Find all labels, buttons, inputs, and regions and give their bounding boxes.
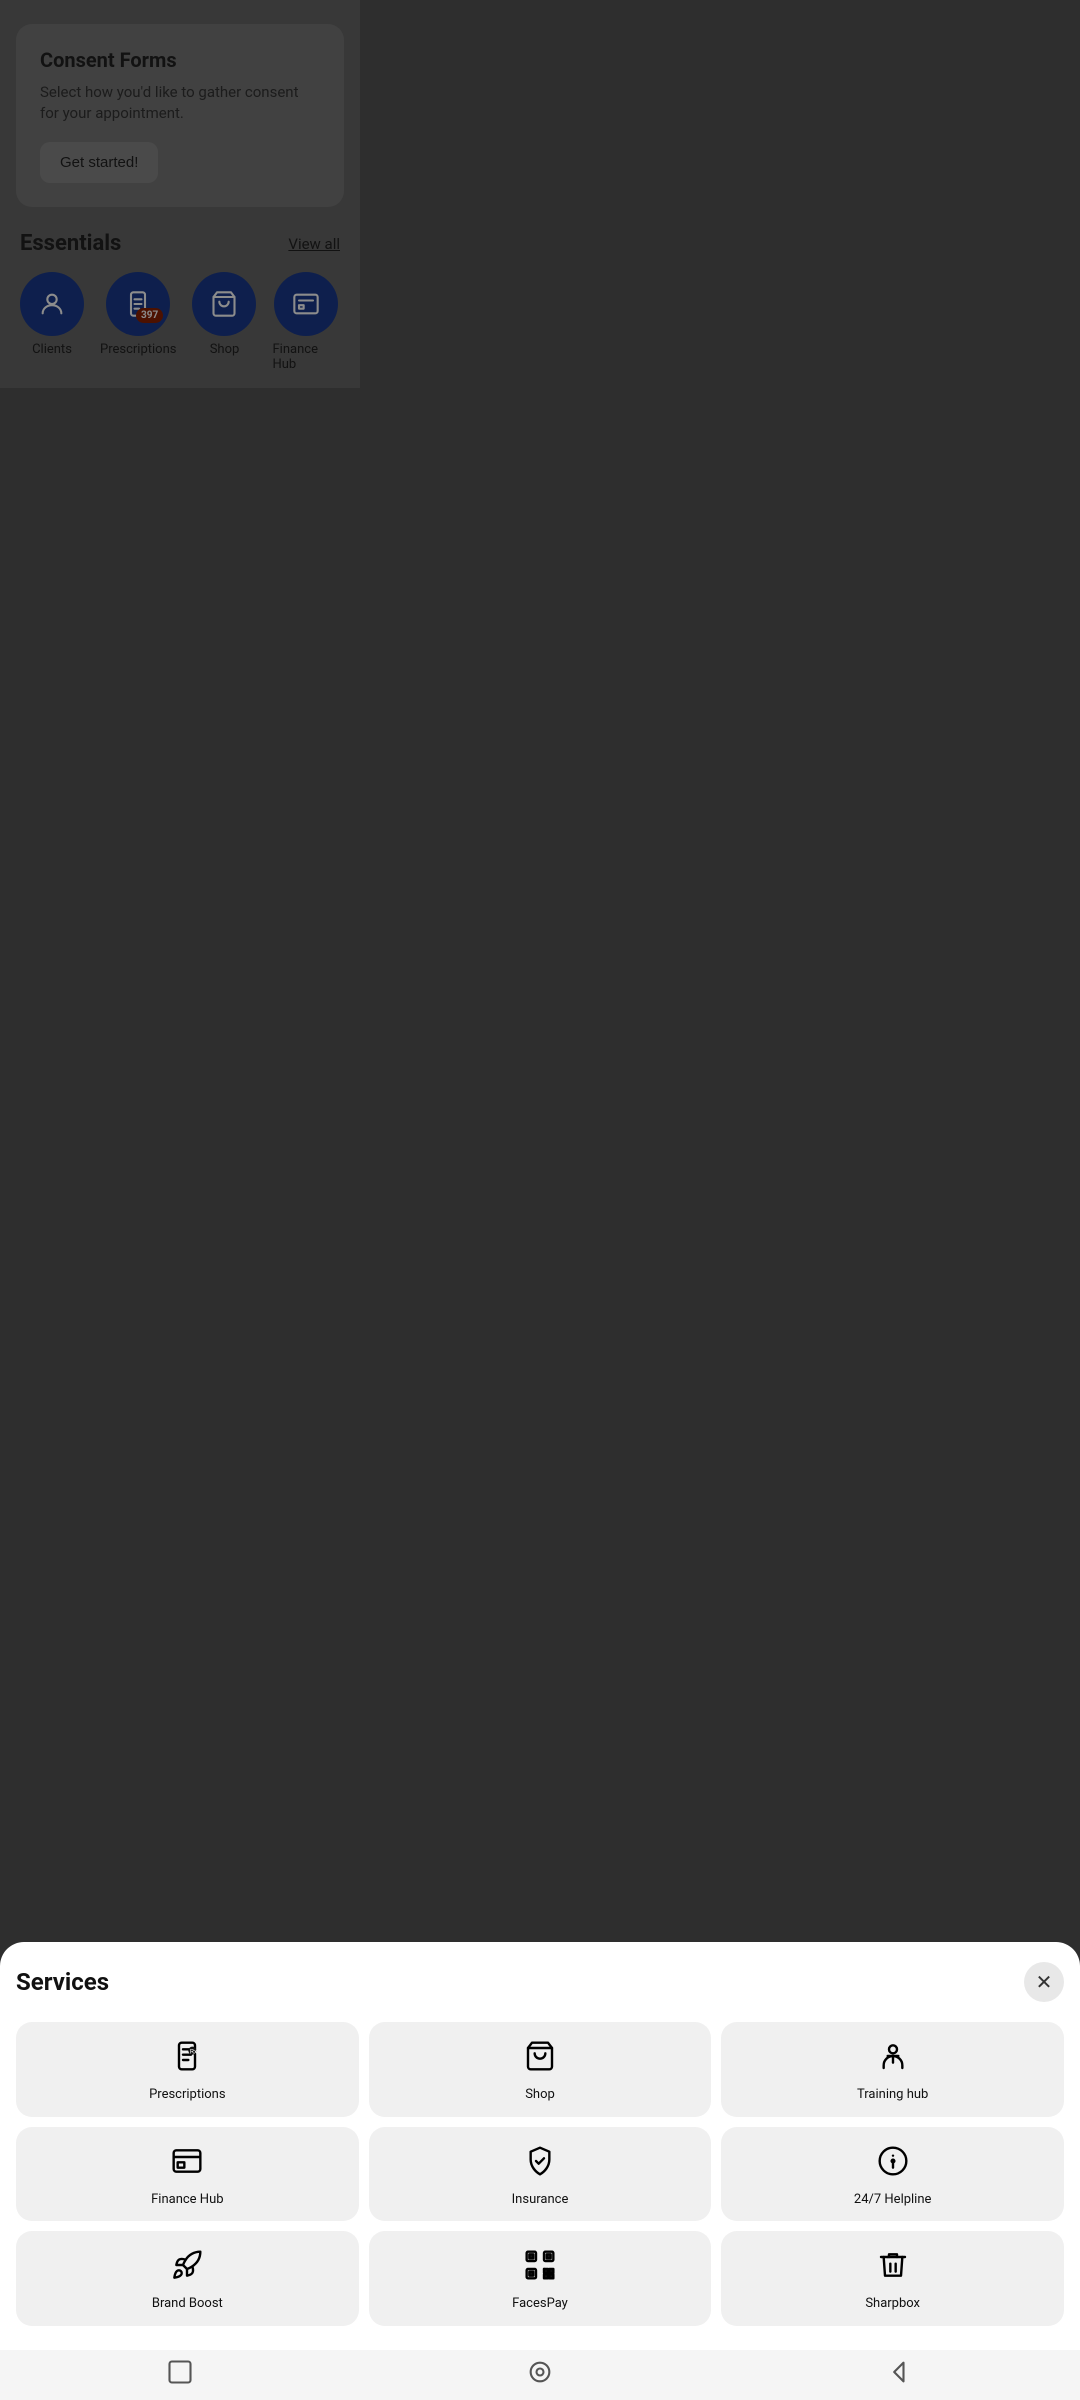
sheet-header: Services ✕ bbox=[16, 1962, 1064, 2002]
sharpbox-service-label: Sharpbox bbox=[865, 2296, 920, 2312]
shop-service-label: Shop bbox=[525, 2087, 555, 2103]
nav-square-button[interactable] bbox=[166, 2358, 194, 2392]
helpline-icon bbox=[877, 2145, 909, 2182]
training-hub-service-label: Training hub bbox=[857, 2087, 928, 2103]
service-item-brand-boost[interactable]: Brand Boost bbox=[16, 2231, 359, 2326]
service-item-finance-hub[interactable]: Finance Hub bbox=[16, 2127, 359, 2222]
facespay-service-label: FacesPay bbox=[512, 2296, 568, 2312]
navigation-bar bbox=[0, 2350, 1080, 2400]
brand-boost-service-label: Brand Boost bbox=[152, 2296, 223, 2312]
service-item-shop[interactable]: Shop bbox=[369, 2022, 712, 2117]
svg-text:Rx: Rx bbox=[190, 2048, 198, 2056]
facespay-icon bbox=[524, 2249, 556, 2286]
nav-home-button[interactable] bbox=[526, 2358, 554, 2392]
prescription-icon: Rx bbox=[171, 2040, 203, 2077]
finance-hub-service-icon bbox=[171, 2145, 203, 2182]
brand-boost-icon bbox=[171, 2249, 203, 2286]
insurance-service-label: Insurance bbox=[512, 2192, 569, 2208]
finance-hub-service-label: Finance Hub bbox=[151, 2192, 223, 2208]
nav-back-button[interactable] bbox=[886, 2358, 914, 2392]
close-button[interactable]: ✕ bbox=[1024, 1962, 1064, 2002]
service-item-helpline[interactable]: 24/7 Helpline bbox=[721, 2127, 1064, 2222]
training-hub-icon bbox=[877, 2040, 909, 2077]
sharpbox-icon bbox=[877, 2249, 909, 2286]
service-item-prescriptions[interactable]: Rx Prescriptions bbox=[16, 2022, 359, 2117]
service-item-training-hub[interactable]: Training hub bbox=[721, 2022, 1064, 2117]
services-bottom-sheet: Services ✕ Rx Prescriptions bbox=[0, 1942, 1080, 2350]
service-item-facespay[interactable]: FacesPay bbox=[369, 2231, 712, 2326]
service-item-sharpbox[interactable]: Sharpbox bbox=[721, 2231, 1064, 2326]
helpline-service-label: 24/7 Helpline bbox=[854, 2192, 932, 2208]
services-grid: Rx Prescriptions Shop bbox=[16, 2022, 1064, 2326]
close-icon: ✕ bbox=[1036, 1970, 1053, 1995]
insurance-icon bbox=[524, 2145, 556, 2182]
sheet-title: Services bbox=[16, 1968, 109, 1996]
prescriptions-service-label: Prescriptions bbox=[149, 2087, 225, 2103]
shop-icon bbox=[524, 2040, 556, 2077]
service-item-insurance[interactable]: Insurance bbox=[369, 2127, 712, 2222]
